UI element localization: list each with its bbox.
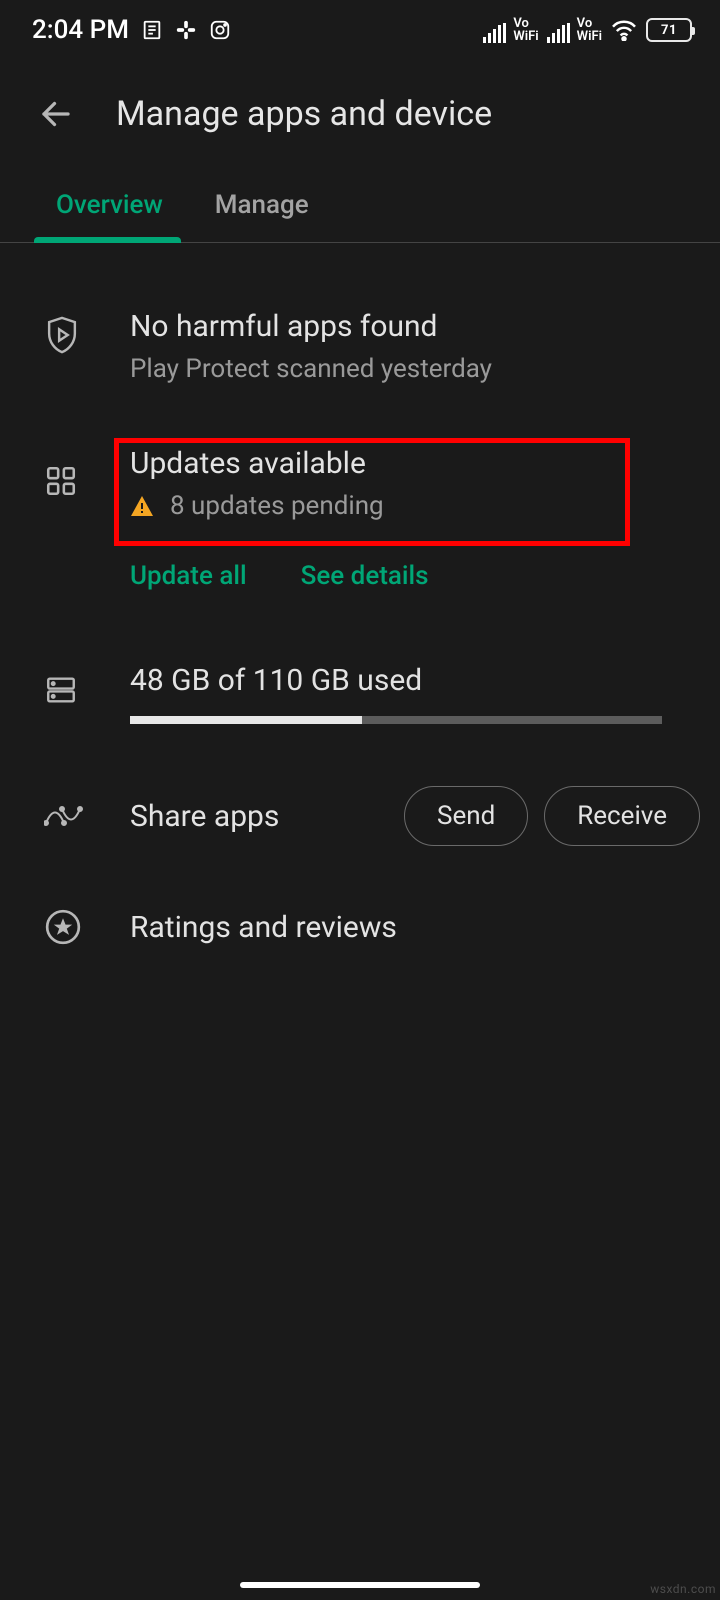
slack-icon	[175, 19, 197, 41]
ratings-label: Ratings and reviews	[130, 910, 397, 945]
storage-icon	[44, 673, 130, 707]
tab-label: Overview	[56, 190, 163, 220]
tab-label: Manage	[215, 190, 309, 220]
wifi-icon	[610, 19, 638, 41]
battery-icon: 71	[646, 18, 692, 42]
storage-bar-fill	[130, 716, 362, 724]
page-title: Manage apps and device	[116, 94, 492, 134]
warning-icon	[130, 495, 154, 517]
tab-manage[interactable]: Manage	[203, 190, 321, 242]
battery-level: 71	[661, 23, 677, 38]
shield-play-icon	[44, 315, 130, 355]
updates-title: Updates available	[130, 446, 700, 481]
watermark: wsxdn.com	[650, 1582, 716, 1596]
gesture-bar[interactable]	[240, 1582, 480, 1588]
share-label: Share apps	[130, 799, 388, 834]
play-protect-row[interactable]: No harmful apps found Play Protect scann…	[0, 261, 720, 384]
signal-2-icon: VoWiFi	[547, 17, 602, 43]
receive-button[interactable]: Receive	[544, 786, 700, 846]
share-icon	[44, 803, 130, 829]
update-all-button[interactable]: Update all	[130, 561, 247, 591]
notif-icon-1	[141, 19, 163, 41]
updates-sub: 8 updates pending	[170, 491, 384, 521]
apps-grid-icon	[44, 464, 130, 498]
protect-title: No harmful apps found	[130, 309, 700, 344]
header: Manage apps and device	[0, 60, 720, 154]
back-button[interactable]	[36, 94, 76, 134]
status-bar: 2:04 PM VoWiFi VoWiFi 71	[0, 0, 720, 60]
star-badge-icon	[44, 908, 130, 946]
signal-1-icon: VoWiFi	[483, 17, 538, 43]
instagram-icon	[209, 19, 231, 41]
share-row: Share apps Send Receive	[0, 724, 720, 846]
storage-bar	[130, 716, 662, 724]
protect-sub: Play Protect scanned yesterday	[130, 354, 700, 384]
tab-overview[interactable]: Overview	[44, 190, 175, 242]
ratings-row[interactable]: Ratings and reviews	[0, 846, 720, 946]
see-details-button[interactable]: See details	[301, 561, 429, 591]
send-button[interactable]: Send	[404, 786, 528, 846]
updates-row[interactable]: Updates available 8 updates pending Upda…	[0, 384, 720, 591]
tabs: Overview Manage	[0, 154, 720, 243]
status-time: 2:04 PM	[32, 15, 129, 45]
storage-title: 48 GB of 110 GB used	[130, 663, 700, 698]
storage-row[interactable]: 48 GB of 110 GB used	[0, 591, 720, 724]
